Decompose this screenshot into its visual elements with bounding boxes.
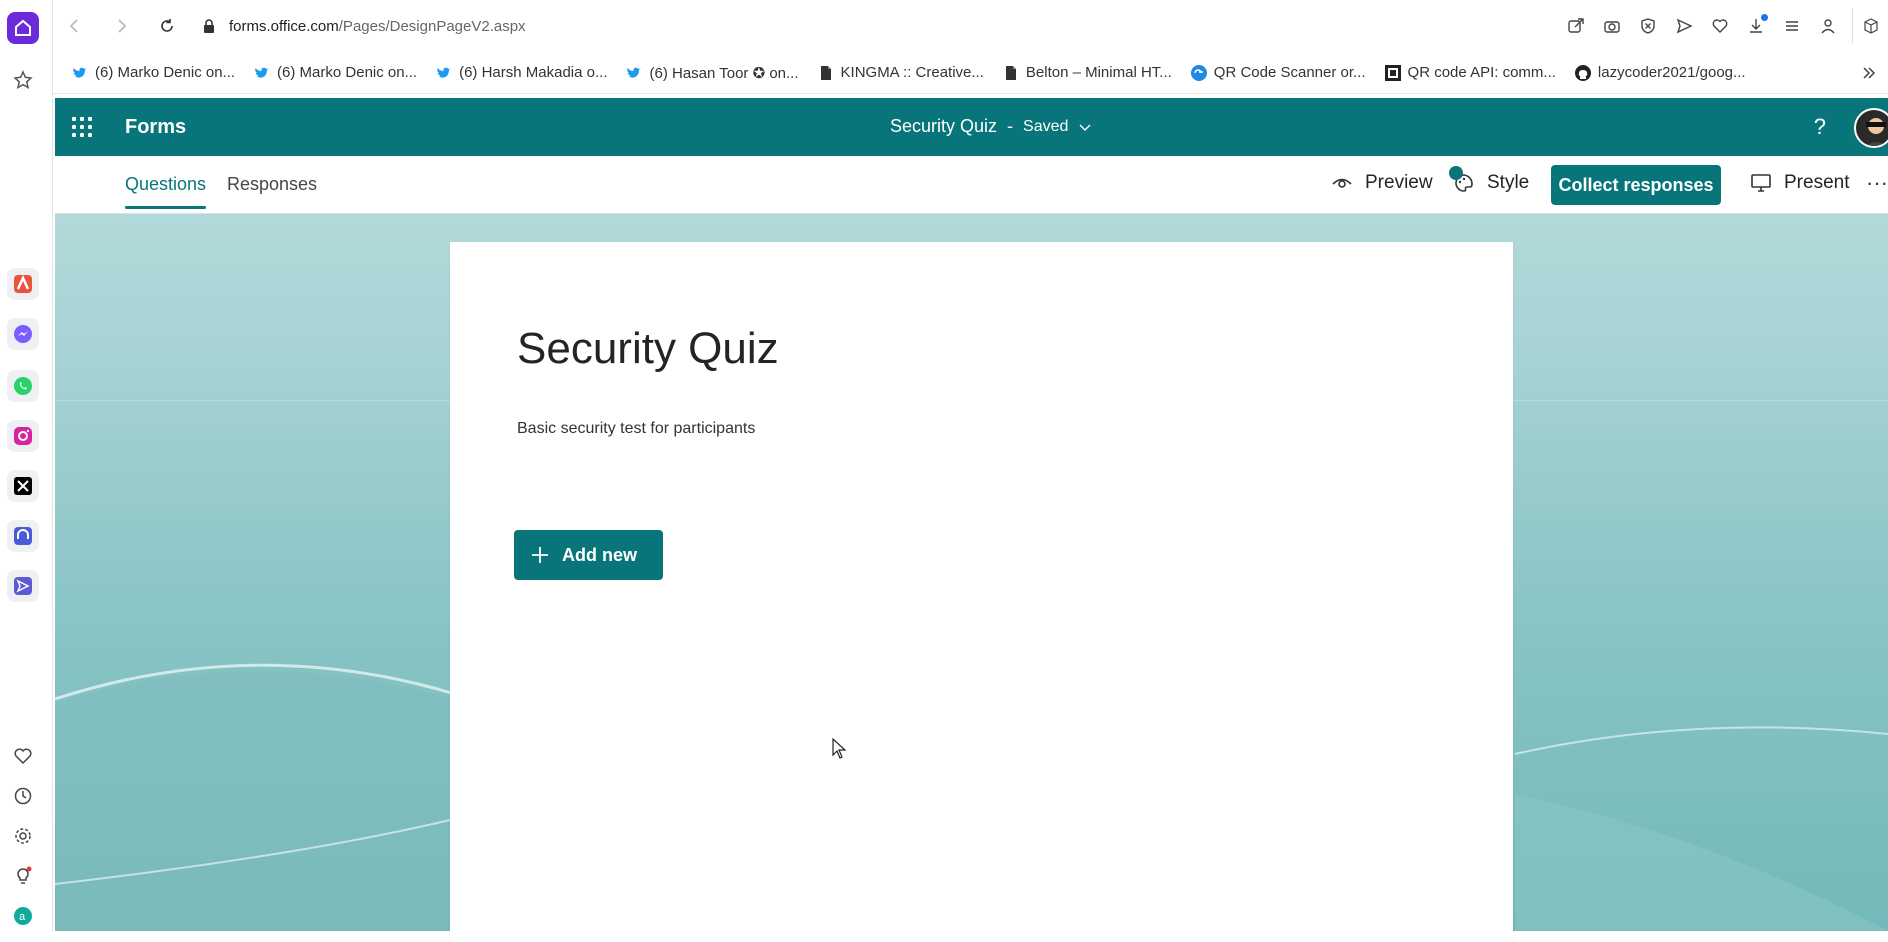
help-icon[interactable]: ? xyxy=(1814,114,1826,140)
twitter-icon xyxy=(435,64,453,82)
svg-text:a: a xyxy=(19,911,26,923)
form-title[interactable]: Security Quiz xyxy=(517,324,779,374)
bookmarks-bar: (6) Marko Denic on... (6) Marko Denic on… xyxy=(53,52,1888,94)
music-icon[interactable] xyxy=(7,520,39,552)
form-description[interactable]: Basic security test for participants xyxy=(517,420,755,438)
aria-logo-icon[interactable]: a xyxy=(7,900,39,932)
x-icon[interactable] xyxy=(7,470,39,502)
bookmark-label: KINGMA :: Creative... xyxy=(841,64,984,81)
send-icon[interactable] xyxy=(1666,8,1702,44)
heart-outline-icon[interactable] xyxy=(1702,8,1738,44)
camera-icon[interactable] xyxy=(1594,8,1630,44)
profile-icon[interactable] xyxy=(1810,8,1846,44)
back-icon[interactable] xyxy=(57,8,93,44)
collect-responses-button[interactable]: Collect responses xyxy=(1551,165,1721,205)
file-icon xyxy=(1002,64,1020,82)
forward-icon[interactable] xyxy=(103,8,139,44)
twitter-icon xyxy=(625,64,643,82)
heart-icon[interactable] xyxy=(7,740,39,772)
download-badge xyxy=(1761,14,1768,21)
bookmark-label: (6) Marko Denic on... xyxy=(95,64,235,81)
twitter-icon xyxy=(71,64,89,82)
bookmark-item[interactable]: (6) Marko Denic on... xyxy=(253,64,417,82)
shield-icon[interactable] xyxy=(1630,8,1666,44)
twitter-icon xyxy=(253,64,271,82)
qr-icon xyxy=(1190,64,1208,82)
plus-icon xyxy=(530,545,550,565)
bookmark-item[interactable]: (6) Marko Denic on... xyxy=(71,64,235,82)
style-button[interactable]: Style xyxy=(1453,172,1529,194)
history-icon[interactable] xyxy=(7,780,39,812)
box-icon[interactable] xyxy=(1852,8,1888,44)
monitor-icon xyxy=(1750,172,1772,194)
bookmark-label: QR Code Scanner or... xyxy=(1214,64,1366,81)
bookmark-item[interactable]: Belton – Minimal HT... xyxy=(1002,64,1172,82)
form-card: Security Quiz Basic security test for pa… xyxy=(450,242,1513,942)
browser-actions xyxy=(1558,8,1888,44)
url-path: /Pages/DesignPageV2.aspx xyxy=(339,18,526,35)
tab-questions[interactable]: Questions xyxy=(125,174,206,195)
app-launcher-icon[interactable] xyxy=(72,117,92,137)
bookmark-item[interactable]: KINGMA :: Creative... xyxy=(817,64,984,82)
bookmark-item[interactable]: (6) Harsh Makadia o... xyxy=(435,64,607,82)
lock-icon xyxy=(201,18,217,34)
instagram-icon[interactable] xyxy=(7,420,39,452)
bookmark-item[interactable]: QR Code Scanner or... xyxy=(1190,64,1366,82)
mouse-cursor-icon xyxy=(832,738,846,760)
save-status: Saved xyxy=(1023,118,1068,136)
bookmark-item[interactable]: QR code API: comm... xyxy=(1384,64,1556,82)
app-name[interactable]: Forms xyxy=(125,116,186,139)
chevron-more-icon[interactable] xyxy=(1860,64,1878,82)
add-new-button[interactable]: Add new xyxy=(514,530,663,580)
github-icon xyxy=(1574,64,1592,82)
bookmark-label: QR code API: comm... xyxy=(1408,64,1556,81)
style-label: Style xyxy=(1487,172,1529,194)
more-options-icon[interactable]: ··· xyxy=(1866,170,1888,196)
title-separator: - xyxy=(1007,116,1013,137)
messenger-icon[interactable] xyxy=(7,318,39,350)
bookmark-item[interactable]: lazycoder2021/goog... xyxy=(1574,64,1746,82)
bookmark-label: (6) Marko Denic on... xyxy=(277,64,417,81)
menu-icon[interactable] xyxy=(1774,8,1810,44)
style-badge-icon xyxy=(1449,166,1463,180)
home-icon[interactable] xyxy=(7,12,39,44)
whatsapp-icon[interactable] xyxy=(7,370,39,402)
aria-icon[interactable] xyxy=(7,268,39,300)
url-host: forms.office.com xyxy=(229,18,339,35)
bookmark-label: Belton – Minimal HT... xyxy=(1026,64,1172,81)
browser-toolbar: forms.office.com/Pages/DesignPageV2.aspx xyxy=(53,0,1888,52)
preview-button[interactable]: Preview xyxy=(1331,172,1433,194)
share-icon[interactable] xyxy=(1558,8,1594,44)
settings-icon[interactable] xyxy=(7,820,39,852)
bookmark-label: lazycoder2021/goog... xyxy=(1598,64,1746,81)
preview-label: Preview xyxy=(1365,172,1433,194)
browser-sidebar: a xyxy=(0,0,53,931)
file-icon xyxy=(817,64,835,82)
qr-api-icon xyxy=(1384,64,1402,82)
form-toolbar: Questions Responses Preview Style Collec… xyxy=(55,156,1888,214)
present-label: Present xyxy=(1784,172,1849,194)
avatar[interactable] xyxy=(1854,108,1888,148)
forms-header: Forms Security Quiz - Saved ? xyxy=(55,98,1888,156)
bookmark-label: (6) Harsh Makadia o... xyxy=(459,64,607,81)
bookmark-label: (6) Hasan Toor ✪ on... xyxy=(649,64,798,82)
tab-responses[interactable]: Responses xyxy=(227,174,317,195)
document-title[interactable]: Security Quiz - Saved xyxy=(890,116,1092,137)
present-button[interactable]: Present xyxy=(1750,172,1849,194)
add-new-label: Add new xyxy=(562,545,637,566)
eye-icon xyxy=(1331,172,1353,194)
chevron-down-icon xyxy=(1078,120,1092,134)
document-title-text: Security Quiz xyxy=(890,116,997,137)
download-icon[interactable] xyxy=(1738,8,1774,44)
reload-icon[interactable] xyxy=(149,8,185,44)
send-app-icon[interactable] xyxy=(7,570,39,602)
lightbulb-icon[interactable] xyxy=(7,860,39,892)
bookmark-item[interactable]: (6) Hasan Toor ✪ on... xyxy=(625,64,798,82)
star-icon[interactable] xyxy=(7,64,39,96)
